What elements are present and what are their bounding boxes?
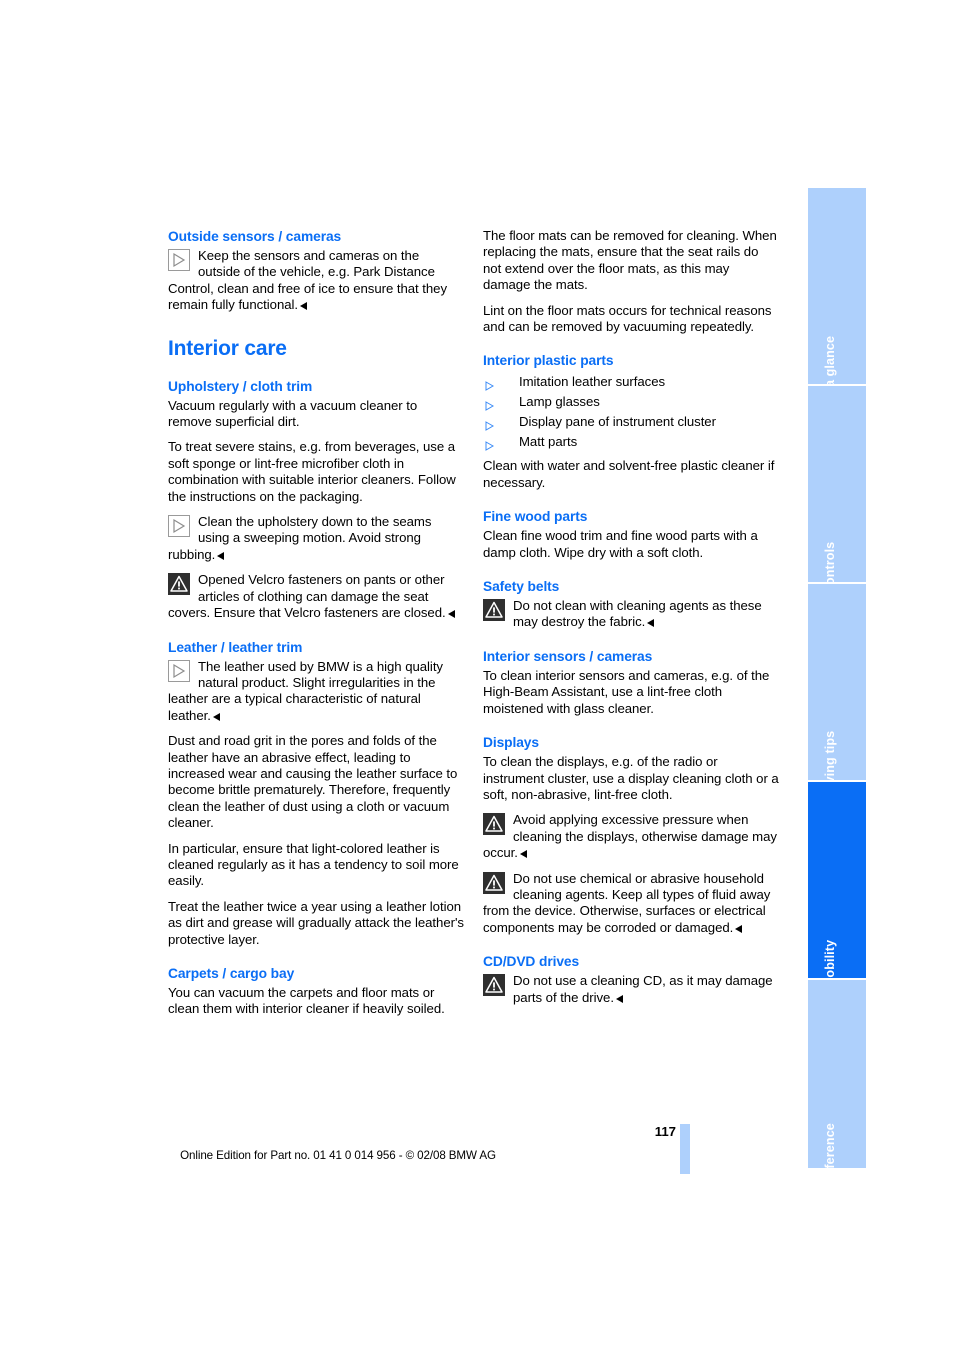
warning-displays-2: Do not use chemical or abrasive househol… <box>483 871 779 937</box>
end-marker-icon <box>735 924 743 933</box>
paragraph-interior-sensors-1: To clean interior sensors and cameras, e… <box>483 667 770 716</box>
tab-controls[interactable]: Controls <box>808 386 866 594</box>
heading-interior-plastic: Interior plastic parts <box>483 353 614 369</box>
list-item: Imitation leather surfaces <box>483 372 779 392</box>
paragraph-upholstery-2: To treat severe stains, e.g. from bevera… <box>168 439 456 504</box>
triangle-bullet-icon <box>485 417 495 432</box>
paragraph-upholstery-1: Vacuum regularly with a vacuum cleaner t… <box>168 397 418 430</box>
tab-at-a-glance[interactable]: At a glance <box>808 188 866 404</box>
left-column: Outside sensors / cameras Keep the senso… <box>168 228 464 1027</box>
tab-driving-tips[interactable]: Driving tips <box>808 584 866 801</box>
manual-page: Outside sensors / cameras Keep the senso… <box>0 0 954 1350</box>
note-icon <box>168 659 190 682</box>
end-marker-icon <box>300 302 308 311</box>
note-upholstery: Clean the upholstery down to the seams u… <box>168 514 464 563</box>
heading-interior-sensors: Interior sensors / cameras <box>483 648 653 664</box>
imprint-line: Online Edition for Part no. 01 41 0 014 … <box>180 1149 496 1162</box>
warning-text: Do not clean with cleaning agents as the… <box>513 598 762 630</box>
paragraph-wood-1: Clean fine wood trim and fine wood parts… <box>483 528 758 560</box>
warning-icon <box>168 573 190 596</box>
heading-displays: Displays <box>483 735 539 751</box>
warning-upholstery: Opened Velcro fasteners on pants or othe… <box>168 572 464 621</box>
note-text: Keep the sensors and cameras on the outs… <box>168 248 448 313</box>
warning-icon <box>483 813 505 836</box>
triangle-bullet-icon <box>485 397 495 412</box>
note-icon <box>168 249 190 271</box>
end-marker-icon <box>217 551 225 560</box>
note-text: The leather used by BMW is a high qualit… <box>168 658 443 723</box>
warning-icon <box>483 974 505 997</box>
heading-outside-sensors: Outside sensors / cameras <box>168 229 342 244</box>
paragraph-leather-3: Treat the leather twice a year using a l… <box>168 898 464 947</box>
list-item-label: Lamp glasses <box>519 394 600 410</box>
note-leather: The leather used by BMW is a high qualit… <box>168 659 464 725</box>
warning-text: Opened Velcro fasteners on pants or othe… <box>168 572 446 621</box>
paragraph-plastic-1: Clean with water and solvent-free plasti… <box>483 458 775 490</box>
tab-label: Reference <box>823 1123 837 1185</box>
heading-safety-belts: Safety belts <box>483 579 560 595</box>
note-outside-sensors: Keep the sensors and cameras on the outs… <box>168 248 464 314</box>
page-marker-bar <box>680 1124 690 1174</box>
note-icon <box>168 515 190 538</box>
triangle-bullet-icon <box>485 377 495 392</box>
end-marker-icon <box>447 610 455 619</box>
heading-carpets: Carpets / cargo bay <box>168 966 295 981</box>
list-item-label: Imitation leather surfaces <box>519 374 666 390</box>
list-item-label: Display pane of instrument cluster <box>519 414 716 430</box>
warning-icon <box>483 599 505 622</box>
tab-mobility[interactable]: Mobility <box>808 782 866 988</box>
right-column: The floor mats can be removed for cleani… <box>483 228 779 1015</box>
list-interior-plastic: Imitation leather surfaces Lamp glasses … <box>483 372 779 452</box>
heading-cd-dvd-drives: CD/DVD drives <box>483 954 580 970</box>
heading-fine-wood: Fine wood parts <box>483 509 588 525</box>
list-item: Display pane of instrument cluster <box>483 412 779 432</box>
paragraph-carpets-1: You can vacuum the carpets and floor mat… <box>168 985 445 1017</box>
end-marker-icon <box>519 850 527 859</box>
triangle-bullet-icon <box>485 437 495 452</box>
heading-leather: Leather / leather trim <box>168 639 303 655</box>
warning-text: Do not use chemical or abrasive househol… <box>483 870 771 935</box>
page-number: 117 <box>654 1124 676 1139</box>
end-marker-icon <box>212 712 220 721</box>
paragraph-carpets-continued-2: Lint on the floor mats occurs for techni… <box>483 302 772 335</box>
chapter-tabs: At a glance Controls Driving tips Mobili… <box>808 188 866 1185</box>
paragraph-carpets-continued-1: The floor mats can be removed for cleani… <box>483 228 777 293</box>
list-item: Matt parts <box>483 432 779 452</box>
paragraph-leather-2: In particular, ensure that light-colored… <box>168 840 459 889</box>
tab-reference[interactable]: Reference <box>808 980 866 1185</box>
warning-displays-1: Avoid applying excessive pressure when c… <box>483 812 779 861</box>
warning-icon <box>483 871 505 894</box>
heading-upholstery: Upholstery / cloth trim <box>168 378 313 394</box>
paragraph-leather-1: Dust and road grit in the pores and fold… <box>168 733 458 831</box>
end-marker-icon <box>647 619 655 628</box>
end-marker-icon <box>615 994 623 1003</box>
warning-text: Do not use a cleaning CD, as it may dama… <box>513 973 773 1005</box>
warning-safety-belts: Do not clean with cleaning agents as the… <box>483 598 779 631</box>
list-item: Lamp glasses <box>483 392 779 412</box>
warning-text: Avoid applying excessive pressure when c… <box>483 812 777 861</box>
page-title: Interior care <box>168 336 287 360</box>
list-item-label: Matt parts <box>519 434 578 450</box>
paragraph-displays-1: To clean the displays, e.g. of the radio… <box>483 754 779 802</box>
note-text: Clean the upholstery down to the seams u… <box>168 514 432 562</box>
warning-cd-dvd: Do not use a cleaning CD, as it may dama… <box>483 973 779 1006</box>
